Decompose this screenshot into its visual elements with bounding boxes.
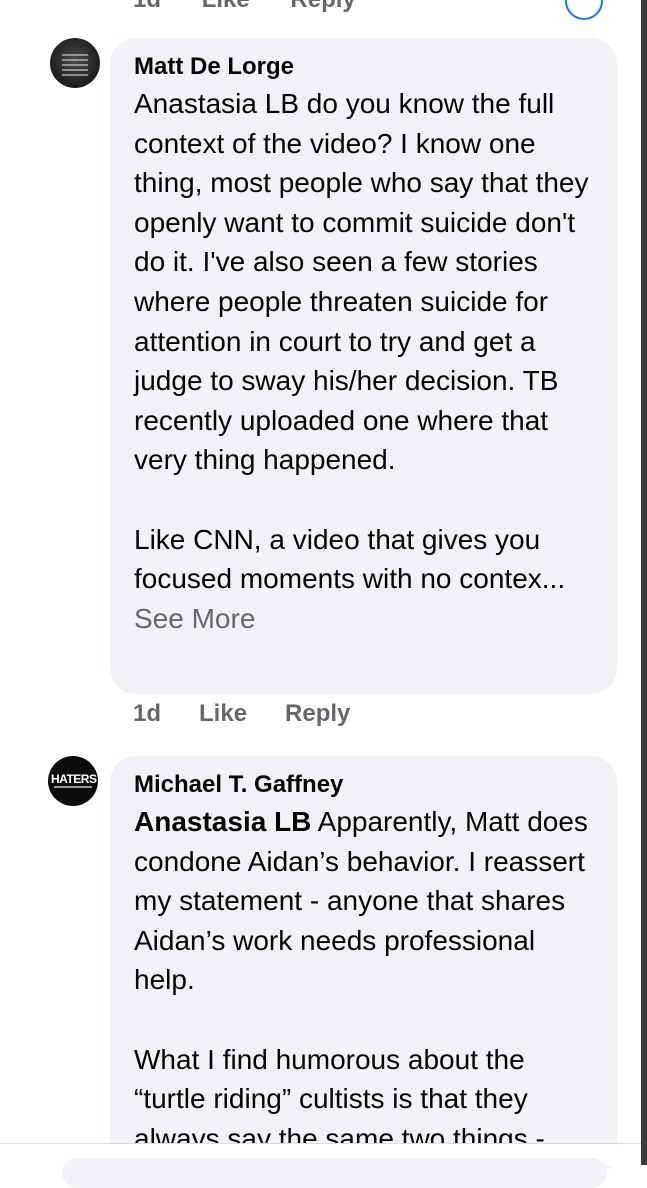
- comment-text: Anastasia LB Apparently, Matt does condo…: [134, 802, 595, 1158]
- timestamp: 1d: [133, 0, 161, 13]
- like-button[interactable]: Like: [199, 700, 247, 728]
- reply-button[interactable]: Reply: [290, 0, 355, 13]
- comment-paragraph: Anastasia LB do you know the full contex…: [134, 88, 589, 476]
- avatar[interactable]: [50, 38, 100, 88]
- timestamp[interactable]: 1d: [133, 700, 161, 728]
- comment-author[interactable]: Michael T. Gaffney: [134, 770, 595, 800]
- comment-actions: 1d Like Reply: [133, 700, 350, 728]
- comment-author[interactable]: Matt De Lorge: [134, 52, 595, 82]
- mention-link[interactable]: Anastasia LB: [134, 806, 311, 837]
- comment-paragraph-truncated: Like CNN, a video that gives you focused…: [134, 520, 595, 639]
- previous-comment-actions: 1d Like Reply: [133, 0, 390, 14]
- avatar-logo-subline: [54, 786, 92, 788]
- comment-paragraph-text: Like CNN, a video that gives you focused…: [134, 523, 566, 595]
- comment-bubble: Matt De Lorge Anastasia LB do you know t…: [110, 38, 617, 694]
- scrollbar-edge: [641, 0, 647, 1165]
- comment-paragraph: What I find humorous about the “turtle r…: [134, 1043, 545, 1154]
- comment-input[interactable]: [62, 1158, 607, 1188]
- see-more-link[interactable]: See More: [134, 603, 255, 634]
- comment-text: Anastasia LB do you know the full contex…: [134, 84, 595, 638]
- avatar-image: [62, 54, 88, 79]
- reply-button[interactable]: Reply: [285, 700, 350, 728]
- comment-bubble: Michael T. Gaffney Anastasia LB Apparent…: [110, 756, 617, 1176]
- reaction-icon: [565, 0, 603, 20]
- like-button[interactable]: Like: [202, 0, 250, 13]
- avatar-logo-text: HATERS: [51, 772, 97, 786]
- comment-paragraph: Anastasia LB Apparently, Matt does condo…: [134, 802, 595, 1000]
- avatar[interactable]: HATERS: [48, 756, 98, 806]
